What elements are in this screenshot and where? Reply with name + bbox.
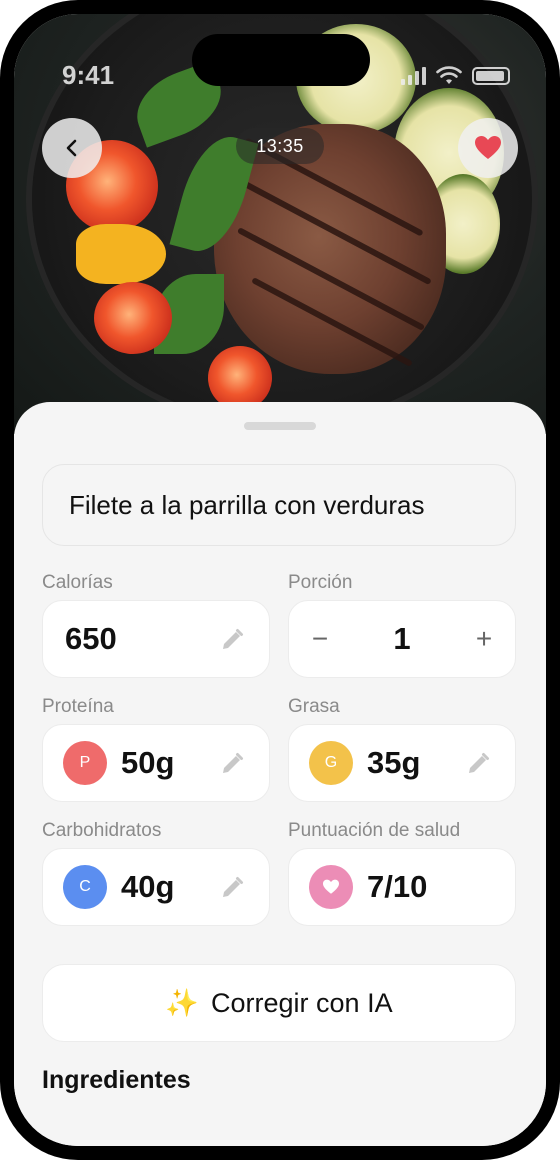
signal-icon [401, 67, 426, 85]
heart-badge-icon [309, 865, 353, 909]
details-sheet: Filete a la parrilla con verduras Calorí… [14, 402, 546, 1146]
calories-value: 650 [65, 621, 117, 656]
fat-value: 35g [367, 745, 421, 780]
fat-card[interactable]: G 35g [288, 724, 516, 802]
pencil-icon[interactable] [219, 751, 245, 777]
phone-frame: 9:41 13:35 Filete a la parrilla con verd… [0, 0, 560, 1160]
sparkles-icon: ✨ [165, 988, 200, 1018]
carbs-card[interactable]: C 40g [42, 848, 270, 926]
heart-icon [475, 136, 501, 159]
favorite-button[interactable] [458, 118, 518, 178]
portion-label: Porción [288, 572, 353, 593]
carbs-value: 40g [121, 869, 175, 904]
pencil-icon[interactable] [219, 875, 245, 901]
dynamic-island [192, 34, 370, 86]
fat-label: Grasa [288, 696, 340, 717]
fat-badge: G [309, 741, 353, 785]
pepper [76, 224, 166, 284]
health-score-label: Puntuación de salud [288, 820, 461, 841]
protein-label: Proteína [42, 696, 114, 717]
ingredients-heading: Ingredientes [42, 1066, 191, 1094]
battery-icon [472, 67, 510, 85]
portion-increment-button[interactable]: + [469, 623, 499, 655]
protein-badge: P [63, 741, 107, 785]
health-score-value: 7/10 [367, 869, 428, 904]
pencil-icon[interactable] [219, 627, 245, 653]
protein-card[interactable]: P 50g [42, 724, 270, 802]
fix-with-ai-label: Corregir con IA [211, 987, 393, 1018]
chevron-left-icon [66, 139, 77, 157]
portion-stepper: − 1 + [288, 600, 516, 678]
food-name: Filete a la parrilla con verduras [69, 489, 425, 520]
fix-with-ai-button[interactable]: ✨ Corregir con IA [42, 964, 516, 1042]
sheet-handle[interactable] [244, 422, 316, 430]
screen: 9:41 13:35 Filete a la parrilla con verd… [14, 14, 546, 1146]
pencil-icon[interactable] [465, 751, 491, 777]
carbs-label: Carbohidratos [42, 820, 162, 841]
calories-label: Calorías [42, 572, 113, 593]
food-name-field[interactable]: Filete a la parrilla con verduras [42, 464, 516, 546]
status-time: 9:41 [62, 60, 115, 90]
wifi-icon [436, 66, 462, 84]
media-duration: 13:35 [236, 128, 324, 164]
protein-value: 50g [121, 745, 175, 780]
tomato [208, 346, 272, 410]
calories-card[interactable]: 650 [42, 600, 270, 678]
tomato [94, 282, 172, 354]
back-button[interactable] [42, 118, 102, 178]
status-icons [401, 66, 510, 86]
carbs-badge: C [63, 865, 107, 909]
health-score-card: 7/10 [288, 848, 516, 926]
